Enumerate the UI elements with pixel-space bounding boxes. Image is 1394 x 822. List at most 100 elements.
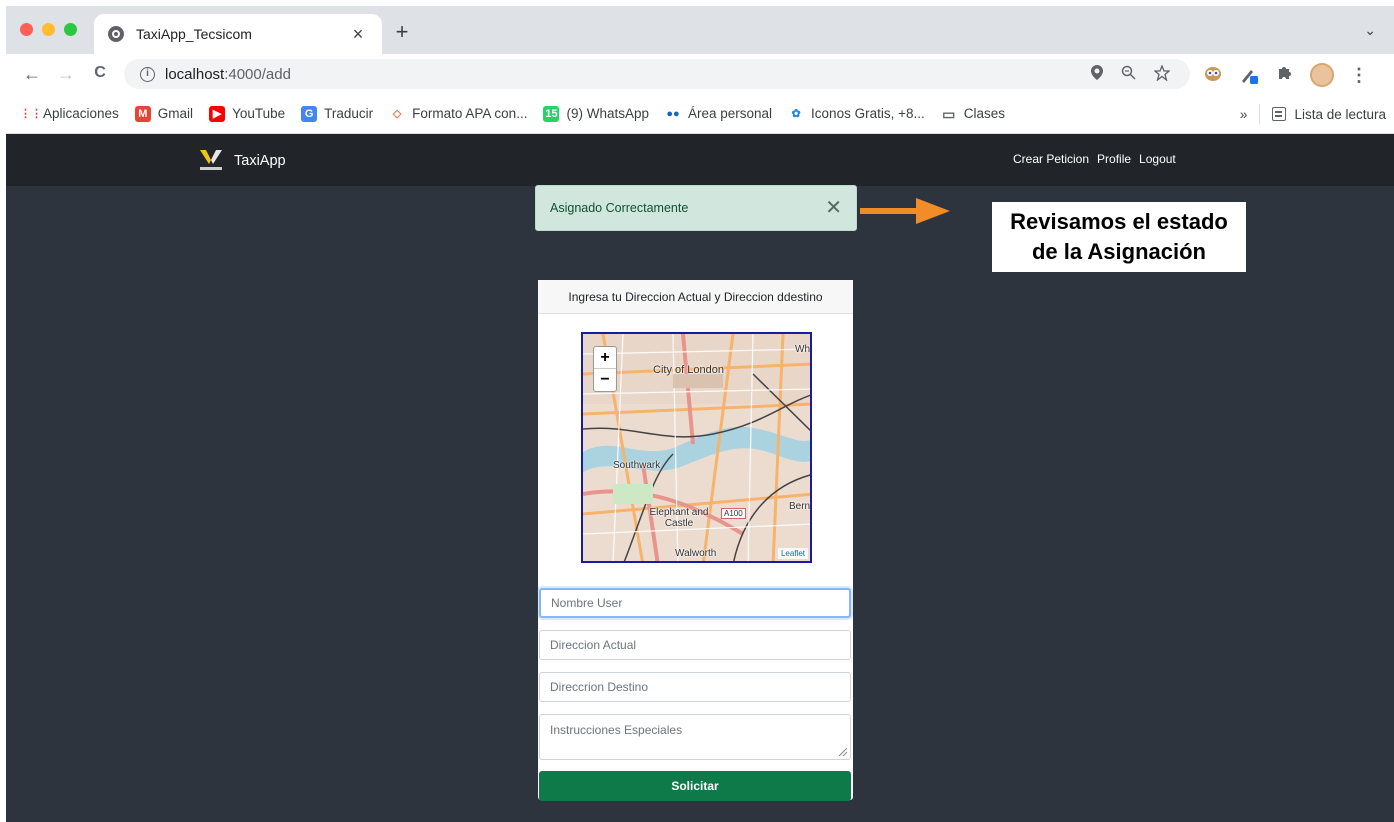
nombre-user-input[interactable]: Nombre User xyxy=(539,588,851,618)
eyedropper-extension-icon[interactable] xyxy=(1238,64,1260,86)
navbar-links: Crear Peticion Profile Logout xyxy=(1013,152,1176,166)
direccion-destino-input[interactable]: Direccrion Destino xyxy=(539,672,851,702)
whatsapp-icon: 15 xyxy=(543,105,560,122)
solicitar-button[interactable]: Solicitar xyxy=(539,771,851,801)
annotation-line-1: Revisamos el estado xyxy=(1010,209,1228,234)
globe-icon xyxy=(108,26,124,42)
annotation-callout: Revisamos el estado de la Asignación xyxy=(992,202,1246,272)
bookmarks-right: » Lista de lectura xyxy=(1240,94,1386,134)
extensions-area: ⋮ xyxy=(1202,63,1370,87)
browser-window: TaxiApp_Tecsicom × + ⌄ ← → C i localhost… xyxy=(6,6,1394,822)
youtube-icon: ▶ xyxy=(209,105,226,122)
translate-icon: G xyxy=(301,105,318,122)
separator xyxy=(1259,104,1261,124)
url-host: localhost xyxy=(165,65,225,83)
brand-link[interactable]: TaxiApp xyxy=(196,148,286,174)
alert-close-icon[interactable]: ✕ xyxy=(825,198,842,218)
annotation-line-2: de la Asignación xyxy=(1031,239,1206,264)
success-alert: Asignado Correctamente ✕ xyxy=(535,185,857,231)
new-tab-button[interactable]: + xyxy=(390,19,414,45)
map-label-elephant-and-castle: Elephant and Castle xyxy=(649,507,709,529)
browser-toolbar: ← → C i localhost:4000/add ⋮ xyxy=(6,54,1394,94)
omnibox-actions xyxy=(1091,64,1171,85)
apa-icon: ◇ xyxy=(392,107,402,120)
map-label-wh: Wh xyxy=(795,344,810,355)
nav-link-profile[interactable]: Profile xyxy=(1097,152,1131,166)
bookmark-label: Traducir xyxy=(324,106,374,121)
zoom-in-button[interactable]: + xyxy=(594,347,616,369)
tecsicom-logo-icon xyxy=(196,148,226,174)
address-bar[interactable]: i localhost:4000/add xyxy=(124,59,1190,89)
bookmark-7[interactable]: ✿ Iconos Gratis, +8... xyxy=(788,106,925,122)
bookmark-star-icon[interactable] xyxy=(1153,64,1171,85)
instrucciones-especiales-textarea[interactable]: Instrucciones Especiales xyxy=(539,714,851,760)
bookmarks-bar: ⋮⋮ Aplicaciones M Gmail ▶ YouTube G Traducir ◇ Fo… xyxy=(6,94,1394,134)
bookmark-label: Clases xyxy=(963,106,1005,121)
profile-avatar[interactable] xyxy=(1310,63,1334,87)
bookmark-4[interactable]: ◇ Formato APA con... xyxy=(389,106,528,122)
bookmark-label: Área personal xyxy=(687,106,773,121)
window-controls xyxy=(20,23,77,36)
tab-title: TaxiApp_Tecsicom xyxy=(136,26,252,42)
map-zoom-control: + − xyxy=(593,346,617,392)
bookmark-label: Gmail xyxy=(157,106,194,121)
app-navbar: TaxiApp Crear Peticion Profile Logout xyxy=(6,134,1394,186)
bookmark-label: YouTube xyxy=(232,106,286,121)
bookmark-1[interactable]: M Gmail xyxy=(134,105,194,122)
bookmark-label: Formato APA con... xyxy=(412,106,528,121)
location-pin-icon[interactable] xyxy=(1091,65,1103,85)
map-label-southwark: Southwark xyxy=(613,460,661,471)
bookmark-label: Iconos Gratis, +8... xyxy=(811,106,925,121)
card-header: Ingresa tu Direccion Actual y Direccion … xyxy=(538,280,853,314)
maximize-window-button[interactable] xyxy=(64,23,77,36)
zoom-icon[interactable] xyxy=(1121,65,1136,85)
tab-strip: TaxiApp_Tecsicom × + ⌄ xyxy=(6,6,1394,54)
map-label-city-of-london: City of London xyxy=(653,364,724,376)
reading-list-icon xyxy=(1272,107,1287,121)
close-window-button[interactable] xyxy=(20,23,33,36)
forward-arrow-icon[interactable]: → xyxy=(52,64,80,85)
leaflet-attribution-link[interactable]: Leaflet xyxy=(777,548,808,559)
browser-menu-icon[interactable]: ⋮ xyxy=(1348,64,1370,86)
tab-close-icon[interactable]: × xyxy=(348,24,368,45)
bookmark-0[interactable]: ⋮⋮ Aplicaciones xyxy=(20,106,119,122)
reload-icon[interactable]: C xyxy=(86,64,114,85)
folder-icon: ▭ xyxy=(942,105,956,122)
map-label-walworth: Walworth xyxy=(675,548,717,559)
orange-arrow-icon xyxy=(860,198,950,224)
leaflet-map[interactable]: + − City of London Southwark Elephant an… xyxy=(581,332,812,563)
site-info-icon[interactable]: i xyxy=(140,66,155,82)
textarea-placeholder: Instrucciones Especiales xyxy=(550,723,683,737)
owl-extension-icon[interactable] xyxy=(1202,64,1224,86)
nav-link-crear-peticion[interactable]: Crear Peticion xyxy=(1013,152,1089,166)
zoom-out-button[interactable]: − xyxy=(594,369,616,391)
url-path: :4000/add xyxy=(224,65,291,83)
nav-link-logout[interactable]: Logout xyxy=(1139,152,1176,166)
map-label-bern: Bern xyxy=(789,501,811,512)
reading-list-button[interactable]: Lista de lectura xyxy=(1294,107,1386,122)
map-label-a100: A100 xyxy=(721,508,746,519)
bookmark-label: (9) WhatsApp xyxy=(566,106,649,121)
tab-taxiapp[interactable]: TaxiApp_Tecsicom × xyxy=(94,14,382,54)
minimize-window-button[interactable] xyxy=(42,23,55,36)
puzzle-extensions-icon[interactable] xyxy=(1274,64,1296,86)
tab-search-chevron-icon[interactable]: ⌄ xyxy=(1364,22,1376,39)
bookmark-5[interactable]: 15 (9) WhatsApp xyxy=(543,105,649,122)
bookmark-8[interactable]: ▭ Clases xyxy=(941,106,1005,122)
more-bookmarks-chevron-icon[interactable]: » xyxy=(1240,107,1248,122)
page-content: TaxiApp Crear Peticion Profile Logout As… xyxy=(6,134,1394,822)
bookmark-label: Aplicaciones xyxy=(43,106,119,121)
icons-site-icon: ✿ xyxy=(791,107,801,120)
gmail-icon: M xyxy=(134,105,151,122)
direccion-actual-input[interactable]: Direccion Actual xyxy=(539,630,851,660)
back-arrow-icon[interactable]: ← xyxy=(18,64,46,85)
bookmark-6[interactable]: ●● Área personal xyxy=(665,106,772,122)
apps-grid-icon: ⋮⋮ xyxy=(20,107,42,120)
alert-message: Asignado Correctamente xyxy=(550,201,689,215)
bookmark-3[interactable]: G Traducir xyxy=(301,105,374,122)
moodle-icon: ●● xyxy=(666,107,680,120)
bookmark-2[interactable]: ▶ YouTube xyxy=(209,105,286,122)
resize-handle-icon[interactable] xyxy=(839,748,847,756)
request-form-card: Ingresa tu Direccion Actual y Direccion … xyxy=(538,280,853,801)
brand-name: TaxiApp xyxy=(234,153,286,169)
